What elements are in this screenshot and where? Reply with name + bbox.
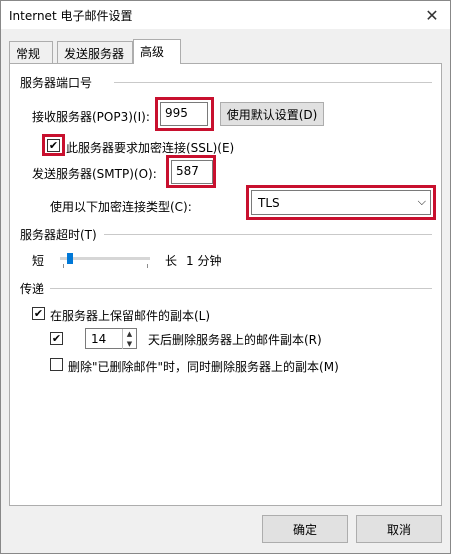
tab-outgoing-server[interactable]: 发送服务器	[57, 41, 133, 63]
remove-after-days-value: 14	[91, 332, 107, 346]
timeout-slider-thumb[interactable]	[66, 253, 73, 264]
advanced-panel: 服务器端口号 接收服务器(POP3)(I): 995 使用默认设置(D) ✔ 此…	[9, 63, 442, 506]
use-default-label: 使用默认设置(D)	[226, 107, 318, 122]
tab-general[interactable]: 常规	[9, 41, 53, 63]
timeout-section-label: 服务器超时(T)	[20, 228, 97, 242]
remove-after-checkbox[interactable]: ✔	[50, 332, 63, 345]
window-title: Internet 电子邮件设置	[9, 9, 133, 23]
encryption-type-label: 使用以下加密连接类型(C):	[50, 200, 192, 214]
highlight-encryption-select	[246, 185, 436, 220]
keep-copy-checkbox[interactable]: ✔	[32, 307, 45, 320]
remove-deleted-label: 删除"已删除邮件"时，同时删除服务器上的副本(M)	[68, 360, 339, 374]
remove-after-label: 天后删除服务器上的邮件副本(R)	[148, 333, 322, 347]
timeout-divider	[104, 234, 432, 235]
spin-up-icon[interactable]: ▲	[122, 329, 136, 339]
delivery-divider	[50, 288, 432, 289]
timeout-short-label: 短	[32, 254, 45, 268]
timeout-value: 1 分钟	[186, 254, 222, 268]
ok-label: 确定	[292, 522, 317, 537]
remove-after-days-spinner[interactable]: 14 ▲ ▼	[85, 328, 137, 349]
tab-general-label: 常规	[16, 47, 41, 61]
keep-copy-label: 在服务器上保留邮件的副本(L)	[50, 309, 211, 323]
timeout-long-label: 长	[165, 254, 178, 268]
title-bar: Internet 电子邮件设置 ✕	[1, 1, 450, 29]
incoming-server-label: 接收服务器(POP3)(I):	[32, 110, 150, 124]
tab-outgoing-label: 发送服务器	[64, 47, 125, 61]
timeout-slider-track[interactable]	[60, 257, 150, 260]
ok-button[interactable]: 确定	[262, 515, 348, 543]
close-icon[interactable]: ✕	[420, 3, 444, 27]
outgoing-server-label: 发送服务器(SMTP)(O):	[32, 167, 157, 181]
slider-tick	[147, 264, 148, 268]
ssl-label: 此服务器要求加密连接(SSL)(E)	[66, 141, 235, 155]
remove-deleted-checkbox[interactable]	[50, 358, 63, 371]
tab-advanced-label: 高级	[140, 45, 165, 59]
delivery-section-label: 传递	[20, 282, 45, 296]
tab-advanced[interactable]: 高级	[133, 39, 181, 64]
highlight-ssl-checkbox	[42, 134, 65, 156]
email-settings-dialog: Internet 电子邮件设置 ✕ 常规 发送服务器 高级 服务器端口号 接收服…	[0, 0, 451, 554]
slider-tick	[63, 264, 64, 268]
use-default-button[interactable]: 使用默认设置(D)	[220, 102, 324, 126]
spin-down-icon[interactable]: ▼	[122, 339, 136, 349]
ports-divider	[114, 82, 432, 83]
highlight-incoming-port	[155, 97, 214, 131]
highlight-outgoing-port	[166, 155, 216, 188]
cancel-button[interactable]: 取消	[356, 515, 442, 543]
ports-section-label: 服务器端口号	[20, 76, 93, 90]
cancel-label: 取消	[386, 522, 411, 537]
